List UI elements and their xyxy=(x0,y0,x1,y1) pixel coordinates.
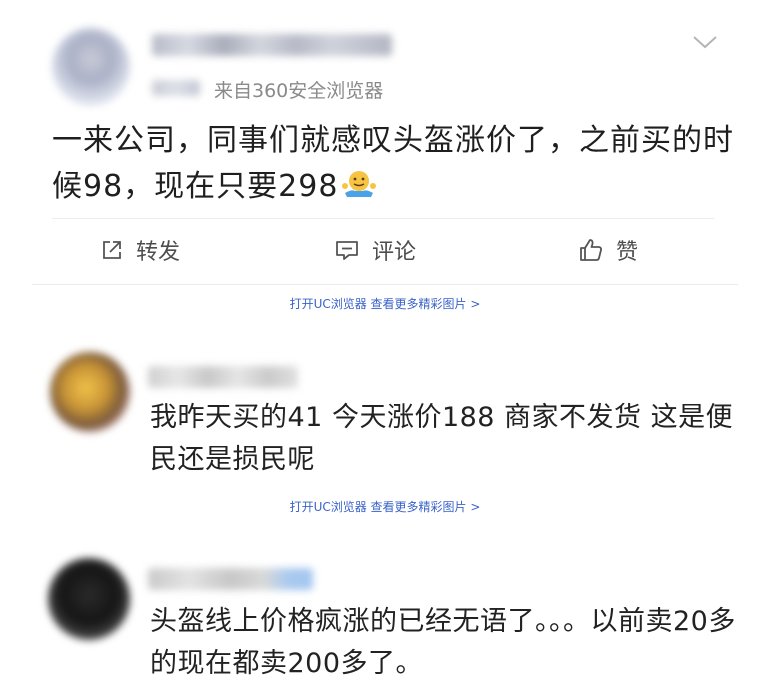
repost-label: 转发 xyxy=(136,240,181,265)
repost-button[interactable]: 转发 xyxy=(100,232,180,268)
comment-label: 评论 xyxy=(372,240,417,265)
author-name-blurred[interactable] xyxy=(152,34,392,56)
share-icon xyxy=(100,238,124,262)
post-text: 一来公司，同事们就感叹头盔涨价了，之前买的时候98，现在只要298 xyxy=(52,118,742,213)
chevron-down-icon[interactable] xyxy=(690,30,720,54)
commenter-name-blurred[interactable] xyxy=(148,568,313,590)
like-label: 赞 xyxy=(616,240,639,265)
post-time-blurred xyxy=(152,80,200,96)
comment-text: 头盔线上价格疯涨的已经无语了。。。以前卖20多的现在都卖200多了。 xyxy=(150,606,736,679)
post-source: 来自360安全浏览器 xyxy=(214,80,384,102)
comment-text: 我昨天买的41 今天涨价188 商家不发货 这是便民还是损民呢 xyxy=(150,402,734,475)
comment-button[interactable]: 评论 xyxy=(334,232,416,268)
thumbs-up-icon xyxy=(578,237,604,263)
divider xyxy=(52,218,714,219)
commenter-name-blurred[interactable] xyxy=(148,366,298,388)
author-avatar[interactable] xyxy=(52,28,130,106)
like-button[interactable]: 赞 xyxy=(578,232,638,268)
commenter-avatar[interactable] xyxy=(50,352,130,432)
open-uc-browser-link[interactable]: 打开UC浏览器 查看更多精彩图片 > xyxy=(290,295,481,312)
commenter-avatar[interactable] xyxy=(48,558,130,640)
open-uc-browser-link[interactable]: 打开UC浏览器 查看更多精彩图片 > xyxy=(290,498,481,515)
comment-icon xyxy=(334,238,360,262)
shrug-emoji-icon xyxy=(342,167,377,213)
divider xyxy=(32,284,738,285)
post-text-content: 一来公司，同事们就感叹头盔涨价了，之前买的时候98，现在只要298 xyxy=(52,123,734,204)
